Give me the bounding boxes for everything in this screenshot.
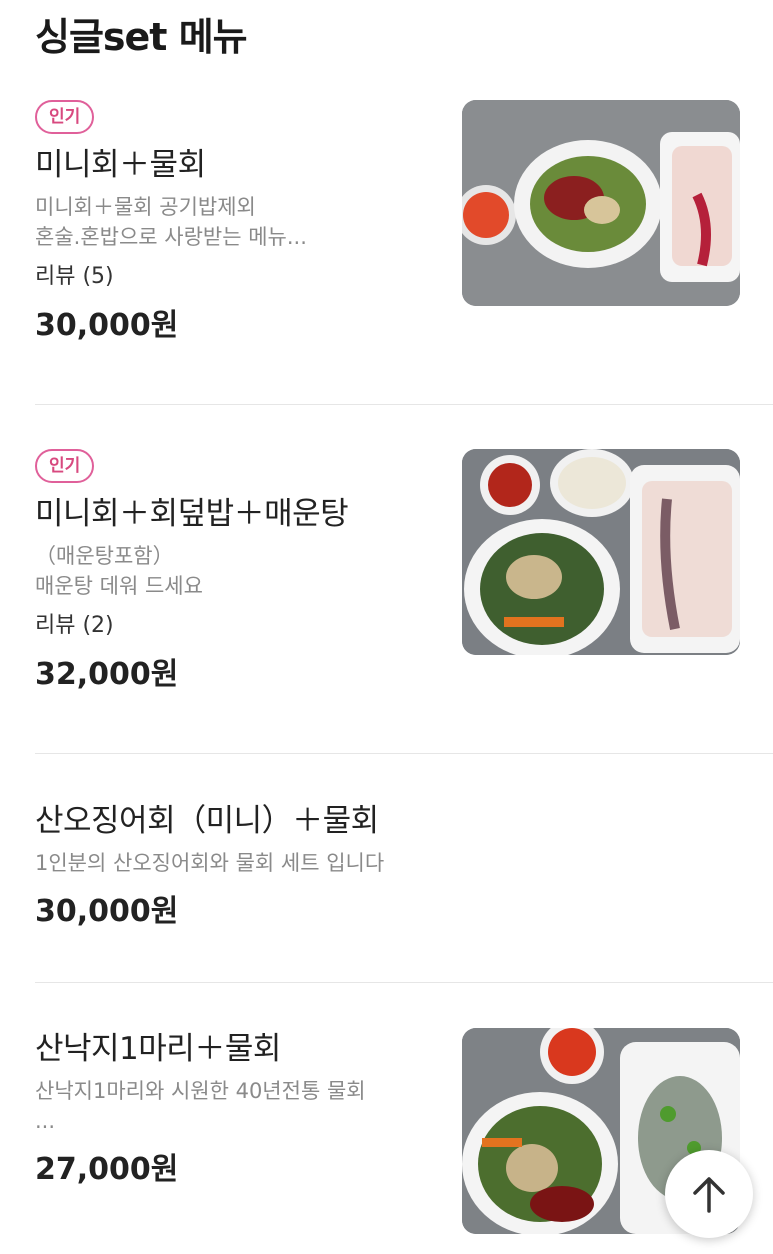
section-title: 싱글set 메뉴 <box>35 15 248 59</box>
menu-item-description: 산낙지1마리와 시원한 40년전통 물회 ... <box>35 1079 366 1133</box>
menu-item-name: 산오징어회（미니）＋물회 <box>35 803 379 839</box>
menu-item-name: 미니회＋물회 <box>35 147 206 183</box>
menu-item[interactable]: 산오징어회（미니）＋물회 1인분의 산오징어회와 물회 세트 입니다 30,00… <box>35 800 773 950</box>
menu-item-price: 27,000원 <box>35 1152 179 1187</box>
popular-badge: 인기 <box>35 449 95 483</box>
menu-item[interactable]: 산낙지1마리＋물회 산낙지1마리와 시원한 40년전통 물회 ... 27,00… <box>35 1028 773 1254</box>
menu-item-description: 미니회＋물회 공기밥제외 혼술.혼밥으로 사랑받는 메뉴... <box>35 195 307 249</box>
menu-item-description: （매운탕포함） 매운탕 데워 드세요 <box>35 544 203 598</box>
menu-item-photo <box>462 449 740 655</box>
divider <box>35 982 773 983</box>
divider <box>35 753 773 754</box>
menu-item-price: 32,000원 <box>35 657 179 692</box>
menu-item-price: 30,000원 <box>35 308 179 343</box>
popular-badge: 인기 <box>35 100 95 134</box>
divider <box>35 404 773 405</box>
menu-item-review-count: 리뷰 (5) <box>35 264 114 289</box>
menu-item-price: 30,000원 <box>35 894 179 929</box>
menu-item-photo <box>462 100 740 306</box>
menu-item-name: 산낙지1마리＋물회 <box>35 1031 281 1067</box>
menu-item[interactable]: 인기 미니회＋물회 미니회＋물회 공기밥제외 혼술.혼밥으로 사랑받는 메뉴..… <box>35 100 773 380</box>
menu-item[interactable]: 인기 미니회＋회덮밥＋매운탕 （매운탕포함） 매운탕 데워 드세요 리뷰 (2)… <box>35 449 773 729</box>
arrow-up-icon <box>693 1177 725 1213</box>
scroll-to-top-button[interactable] <box>665 1150 753 1238</box>
menu-item-description: 1인분의 산오징어회와 물회 세트 입니다 <box>35 851 385 875</box>
menu-item-name: 미니회＋회덮밥＋매운탕 <box>35 496 349 532</box>
menu-item-review-count: 리뷰 (2) <box>35 613 114 638</box>
